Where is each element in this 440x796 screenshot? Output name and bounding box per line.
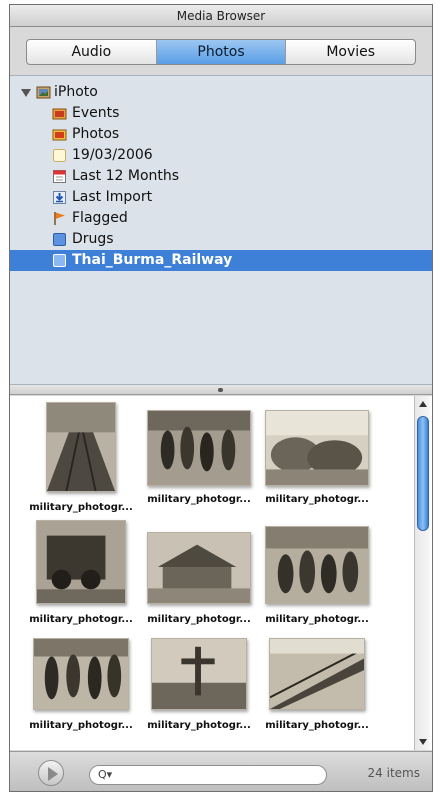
photo-caption: military_photogr...: [147, 614, 251, 625]
tab-movies[interactable]: Movies: [286, 40, 415, 64]
source-item-label: Drugs: [72, 231, 114, 247]
album-icon: [52, 148, 67, 163]
source-item-thai-burma-railway[interactable]: Thai_Burma_Railway: [10, 250, 432, 271]
source-item-label: Last 12 Months: [72, 168, 180, 184]
source-item-events[interactable]: Events: [10, 103, 432, 124]
source-item-photos[interactable]: Photos: [10, 124, 432, 145]
source-item-label: Photos: [72, 126, 120, 142]
photo-grid: military_photogr... military_photogr... …: [10, 396, 432, 750]
tab-photos[interactable]: Photos: [156, 40, 287, 64]
photo-thumbnail[interactable]: military_photogr...: [140, 634, 258, 754]
photo-thumbnail[interactable]: military_photogr...: [22, 634, 140, 754]
source-item-last-import[interactable]: Last Import: [10, 187, 432, 208]
photo-image: [36, 520, 126, 604]
source-item-label: Events: [72, 105, 120, 121]
item-count: 24 items: [367, 766, 420, 780]
photos-icon: [52, 127, 67, 142]
scroll-down-icon[interactable]: [419, 739, 427, 745]
disclosure-triangle-icon[interactable]: [21, 89, 31, 97]
album-icon: [52, 253, 67, 268]
import-icon: [52, 190, 67, 205]
source-item-label: iPhoto: [54, 84, 98, 100]
window-title: Media Browser: [10, 5, 432, 27]
photo-thumbnail[interactable]: military_photogr...: [258, 634, 376, 754]
photo-thumbnail[interactable]: military_photogr...: [258, 402, 376, 522]
media-browser-window: Media Browser Audio Photos Movies iPhoto…: [9, 4, 433, 792]
photo-caption: military_photogr...: [29, 614, 133, 625]
album-icon: [52, 232, 67, 247]
photo-thumbnail[interactable]: military_photogr...: [140, 402, 258, 522]
photo-image: [147, 410, 251, 486]
source-item-flagged[interactable]: Flagged: [10, 208, 432, 229]
source-item-drugs[interactable]: Drugs: [10, 229, 432, 250]
photo-image: [147, 532, 251, 604]
photo-image: [265, 526, 369, 604]
scroll-thumb[interactable]: [417, 416, 429, 531]
source-item-date-album[interactable]: 19/03/2006: [10, 145, 432, 166]
source-item-label: Last Import: [72, 189, 153, 205]
source-item-label: 19/03/2006: [72, 147, 153, 163]
photo-caption: military_photogr...: [147, 720, 251, 731]
tab-audio[interactable]: Audio: [27, 40, 157, 64]
photo-caption: military_photogr...: [265, 720, 369, 731]
photo-caption: military_photogr...: [29, 720, 133, 731]
search-input[interactable]: [89, 765, 327, 785]
vertical-scrollbar[interactable]: [414, 396, 430, 750]
photo-caption: military_photogr...: [265, 494, 369, 505]
source-item-last-12-months[interactable]: Last 12 Months: [10, 166, 432, 187]
photo-image: [151, 638, 247, 710]
play-button[interactable]: [38, 760, 64, 786]
events-icon: [52, 106, 67, 121]
pane-splitter[interactable]: [10, 385, 432, 395]
bottom-toolbar: Q▾ 24 items: [10, 751, 432, 791]
search-icon[interactable]: Q▾: [98, 768, 118, 782]
scroll-up-icon[interactable]: [419, 401, 427, 407]
photo-thumbnail[interactable]: military_photogr...: [258, 520, 376, 640]
calendar-icon: [52, 169, 67, 184]
photo-image: [269, 638, 365, 710]
source-item-label: Flagged: [72, 210, 128, 226]
splitter-grip-icon: [218, 388, 223, 392]
source-list: iPhoto Events Photos 19/03/2006 Last 12: [10, 75, 432, 385]
media-type-tabs: Audio Photos Movies: [26, 39, 416, 65]
source-item-iphoto[interactable]: iPhoto: [10, 82, 432, 103]
photo-image: [33, 638, 129, 710]
photo-thumbnail[interactable]: military_photogr...: [22, 402, 140, 522]
photo-image: [46, 402, 116, 492]
source-item-label: Thai_Burma_Railway: [72, 252, 233, 268]
flag-icon: [52, 211, 67, 226]
iphoto-icon: [36, 85, 51, 100]
photo-caption: military_photogr...: [265, 614, 369, 625]
photo-caption: military_photogr...: [29, 502, 133, 513]
photo-thumbnail[interactable]: military_photogr...: [22, 520, 140, 640]
photo-caption: military_photogr...: [147, 494, 251, 505]
photo-thumbnail[interactable]: military_photogr...: [140, 520, 258, 640]
photo-image: [265, 410, 369, 486]
